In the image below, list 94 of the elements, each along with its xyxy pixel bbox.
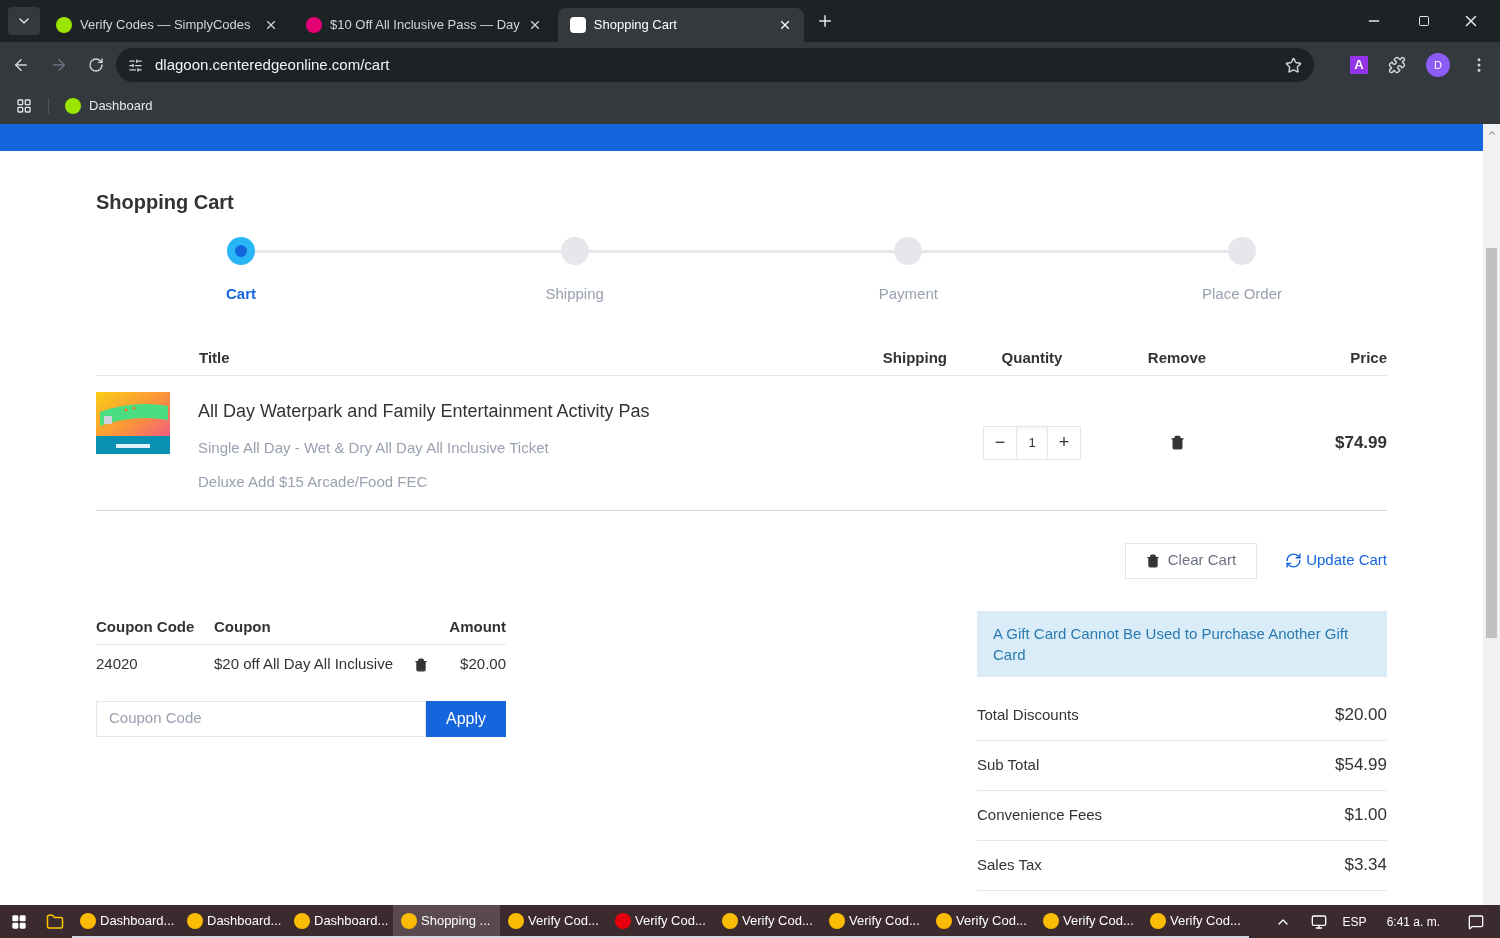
trash-icon[interactable] — [414, 657, 428, 672]
page-title: Shopping Cart — [96, 190, 235, 215]
total-label: Total Discounts — [977, 704, 1079, 725]
logo-icon — [1150, 912, 1166, 929]
taskbar-app[interactable]: Verify Cod... — [1142, 905, 1249, 938]
logo-icon — [829, 912, 845, 929]
folder-icon[interactable] — [46, 912, 64, 931]
apps-icon[interactable] — [16, 98, 32, 114]
taskbar-app[interactable]: Shopping ... — [393, 905, 500, 938]
browser-tab[interactable]: Shopping Cart — [557, 8, 804, 42]
bookmark-link[interactable]: Dashboard — [65, 96, 153, 116]
total-label: Sub Total — [977, 754, 1040, 775]
logo-icon — [56, 17, 72, 33]
site-info-icon[interactable] — [128, 57, 143, 73]
tab-title: Verify Codes — SimplyCodes — [80, 16, 252, 35]
taskbar-app[interactable]: Verify Cod... — [821, 905, 928, 938]
refresh-icon — [1285, 552, 1303, 569]
back-icon[interactable] — [12, 56, 30, 74]
total-label: Sales Tax — [977, 854, 1042, 875]
extension-icon[interactable]: A — [1350, 56, 1368, 74]
taskbar-app[interactable]: Verify Cod... — [928, 905, 1035, 938]
step-label: Shipping — [545, 284, 604, 304]
language-indicator[interactable]: ESP — [1342, 912, 1367, 931]
step-label: Place Order — [1201, 284, 1282, 304]
tab-title: Shopping Cart — [593, 16, 678, 35]
taskbar-app[interactable]: Verify Cod... — [1035, 905, 1142, 938]
scrollbar-thumb[interactable] — [1486, 248, 1497, 638]
clock[interactable]: 6:41 a. m. — [1386, 912, 1440, 931]
logo-icon — [80, 912, 96, 929]
column-header: Coupon Code — [96, 616, 196, 637]
column-header: Remove — [1146, 347, 1208, 368]
step-label: Cart — [226, 284, 256, 304]
column-header: Title — [199, 347, 231, 368]
taskbar-app[interactable]: Verify Cod... — [714, 905, 821, 938]
logo-icon — [615, 912, 631, 929]
product-option: Deluxe Add $15 Arcade/Food FEC — [198, 471, 837, 494]
notifications-icon[interactable] — [1468, 913, 1484, 930]
logo-icon — [65, 98, 81, 114]
total-label: Convenience Fees — [977, 804, 1103, 825]
restore-icon[interactable] — [1418, 15, 1430, 27]
decrease-button[interactable]: − — [984, 426, 1016, 459]
quantity-stepper[interactable]: − 1 + — [983, 425, 1081, 460]
reload-icon[interactable] — [88, 57, 104, 73]
profile-avatar[interactable]: D — [1426, 53, 1450, 77]
table-cell-text: 24020 — [96, 654, 139, 675]
logo-icon — [294, 912, 310, 929]
increase-button[interactable]: + — [1048, 426, 1080, 459]
close-icon[interactable] — [264, 18, 278, 32]
browser-tab[interactable]: $10 Off All Inclusive Pass — Day — [294, 8, 554, 42]
logo-icon — [722, 912, 738, 929]
column-header: Price — [1349, 347, 1387, 368]
logo-icon — [1043, 912, 1059, 929]
total-value: $3.34 — [1344, 854, 1387, 877]
notice-message: A Gift Card Cannot Be Used to Purchase Another Gift Card — [977, 610, 1387, 677]
clear-cart-button[interactable]: Clear Cart — [1124, 542, 1258, 579]
network-icon[interactable] — [1310, 913, 1327, 930]
tab-list-button[interactable] — [8, 7, 40, 35]
tab-title: $10 Off All Inclusive Pass — Day — [330, 16, 520, 35]
taskbar-app[interactable]: Verify Cod... — [607, 905, 714, 938]
logo-icon — [508, 912, 524, 929]
total-value: $1.00 — [1344, 804, 1387, 827]
scroll-up-icon[interactable] — [1486, 128, 1497, 138]
url-text: dlagoon.centeredgeonline.com/cart — [155, 54, 391, 75]
total-value: $20.00 — [1335, 704, 1387, 727]
logo-icon — [306, 17, 322, 33]
extensions-icon[interactable] — [1388, 56, 1406, 74]
address-bar[interactable]: dlagoon.centeredgeonline.com/cart — [116, 48, 1314, 82]
taskbar-app[interactable]: Dashboard... — [179, 905, 286, 938]
table-cell-text: $20 off All Day All Inclusive — [214, 654, 394, 675]
coupon-code-field[interactable]: Coupon Code — [96, 700, 426, 737]
step-label: Payment — [878, 284, 938, 304]
trash-icon[interactable] — [1169, 435, 1185, 450]
quantity-field[interactable]: 1 — [1016, 426, 1048, 459]
total-value: $54.99 — [1335, 754, 1387, 777]
apply-button[interactable]: Apply — [426, 700, 506, 737]
price-text: $74.99 — [1335, 431, 1387, 454]
product-option: Single All Day - Wet & Dry All Day All Inclusive Ticket — [198, 436, 837, 459]
trash-icon — [1145, 553, 1160, 568]
column-header: Coupon — [214, 616, 272, 637]
column-header: Amount — [449, 616, 506, 637]
logo-icon — [569, 17, 586, 33]
taskbar-app[interactable]: Dashboard... — [72, 905, 179, 938]
browser-tab[interactable]: Verify Codes — SimplyCodes — [44, 8, 290, 42]
scrollbar[interactable] — [1483, 124, 1500, 905]
bookmark-star-icon[interactable] — [1285, 56, 1302, 74]
column-header: Shipping — [881, 347, 947, 368]
logo-icon — [401, 912, 417, 929]
column-header: Quantity — [1000, 347, 1064, 368]
taskbar-app[interactable]: Verify Cod... — [500, 905, 607, 938]
product-title: All Day Waterpark and Family Entertainment Activity Pas — [198, 399, 651, 423]
table-cell-text: $20.00 — [459, 654, 506, 675]
update-cart-button[interactable]: Update Cart — [1273, 542, 1387, 579]
logo-icon — [936, 912, 952, 929]
logo-icon — [187, 912, 203, 929]
